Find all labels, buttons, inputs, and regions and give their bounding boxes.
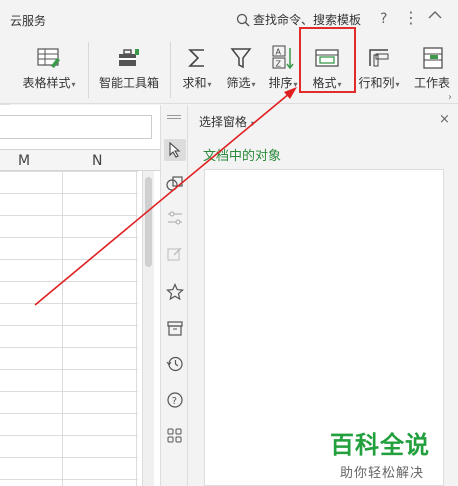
apps-grid-icon[interactable]: [164, 425, 186, 447]
toolbox-icon: [119, 49, 139, 66]
table-style-button[interactable]: 表格样式▾: [18, 36, 80, 104]
grid-row-line: [0, 215, 138, 216]
rows-columns-icon: [369, 49, 389, 67]
svg-text:Z: Z: [276, 60, 282, 69]
command-search[interactable]: 查找命令、搜索模板: [236, 11, 361, 28]
sort-button[interactable]: AZ 排序▾: [264, 36, 302, 104]
edit-box-icon[interactable]: [164, 243, 186, 265]
drag-grip-icon[interactable]: [167, 115, 181, 119]
grid-row-line: [0, 193, 138, 194]
objects-in-document-label: 文档中的对象: [203, 149, 282, 164]
ribbon-toolbar: 表格样式▾ 智能工具箱 求和▾ 筛选▾ AZ 排序▾ 格式▾ 行和列▾ 工作表 …: [0, 36, 458, 134]
grid-row-line: [0, 259, 138, 260]
grid-column-line: [62, 171, 63, 486]
sum-button[interactable]: 求和▾: [176, 36, 218, 104]
sort-label: 排序: [268, 76, 293, 90]
archive-box-icon[interactable]: [164, 317, 186, 339]
chevron-down-icon: ▾: [251, 80, 256, 89]
watermark-logo: 百科全说 助你轻松解决: [330, 425, 430, 481]
grid-row-line: [0, 479, 138, 480]
filter-icon: [230, 48, 252, 69]
menu-cloud-service[interactable]: 云服务: [10, 12, 46, 29]
help-icon[interactable]: ?: [380, 11, 387, 27]
worksheet-label: 工作表: [414, 76, 451, 90]
sum-label: 求和: [182, 76, 207, 90]
pane-title-dropdown[interactable]: 选择窗格 ▾: [199, 113, 255, 130]
star-icon[interactable]: [164, 281, 186, 303]
ribbon-divider: [88, 42, 89, 98]
chevron-down-icon: ▾: [293, 80, 298, 89]
grid-column-line: [136, 171, 137, 486]
column-header-n[interactable]: N: [92, 153, 102, 169]
grid-row-line: [0, 171, 138, 172]
close-icon[interactable]: ×: [439, 112, 450, 127]
svg-text:?: ?: [172, 396, 177, 407]
help-circle-icon[interactable]: ?: [164, 389, 186, 411]
side-icon-strip: ?: [160, 105, 188, 486]
filter-button[interactable]: 筛选▾: [220, 36, 262, 104]
cell-grid[interactable]: [0, 171, 138, 486]
formula-bar[interactable]: [0, 115, 152, 139]
grid-row-line: [0, 237, 138, 238]
highlight-box: [299, 27, 356, 93]
history-icon[interactable]: [164, 353, 186, 375]
rows-columns-label: 行和列: [358, 76, 395, 90]
scrollbar-thumb[interactable]: [145, 177, 152, 267]
watermark-tagline: 助你轻松解决: [340, 466, 425, 481]
ribbon-scroll-right-icon[interactable]: ›: [448, 92, 452, 103]
watermark-brand: 百科全说: [330, 431, 430, 459]
rows-columns-button[interactable]: 行和列▾: [354, 36, 404, 104]
grid-row-line: [0, 391, 138, 392]
grid-row-line: [0, 369, 138, 370]
chevron-down-icon: ▾: [207, 80, 212, 89]
vertical-scrollbar[interactable]: [142, 171, 154, 486]
ribbon-divider: [170, 42, 171, 98]
sigma-icon: [188, 49, 204, 67]
sort-az-icon: AZ: [272, 45, 294, 70]
grid-row-line: [0, 435, 138, 436]
chevron-down-icon: ▾: [250, 119, 255, 128]
table-style-label: 表格样式: [22, 76, 71, 90]
worksheet-icon: [423, 47, 443, 69]
chevron-down-icon: ▾: [71, 80, 76, 89]
grid-row-line: [0, 457, 138, 458]
column-header-row: M N: [0, 149, 160, 171]
column-header-m[interactable]: M: [18, 153, 30, 169]
filter-label: 筛选: [226, 76, 251, 90]
top-bar: 云服务 查找命令、搜索模板 ? ⋮: [0, 0, 458, 36]
spreadsheet-area[interactable]: M N: [0, 105, 160, 486]
search-icon: [236, 13, 250, 26]
grid-row-line: [0, 281, 138, 282]
pane-title: 选择窗格: [199, 115, 248, 129]
collapse-ribbon-icon[interactable]: [428, 10, 442, 20]
select-cursor-icon[interactable]: [164, 139, 186, 161]
svg-text:A: A: [276, 48, 282, 57]
shapes-icon[interactable]: [164, 173, 186, 195]
table-style-icon: [37, 48, 60, 68]
chevron-down-icon: ▾: [395, 80, 400, 89]
smart-toolbox-label: 智能工具箱: [98, 76, 159, 90]
more-icon[interactable]: ⋮: [403, 8, 419, 27]
adjust-sliders-icon[interactable]: [164, 207, 186, 229]
smart-toolbox-button[interactable]: 智能工具箱: [96, 36, 162, 104]
grid-row-line: [0, 325, 138, 326]
grid-row-line: [0, 413, 138, 414]
grid-row-line: [0, 347, 138, 348]
grid-row-line: [0, 303, 138, 304]
search-text: 查找命令、搜索模板: [253, 13, 362, 27]
